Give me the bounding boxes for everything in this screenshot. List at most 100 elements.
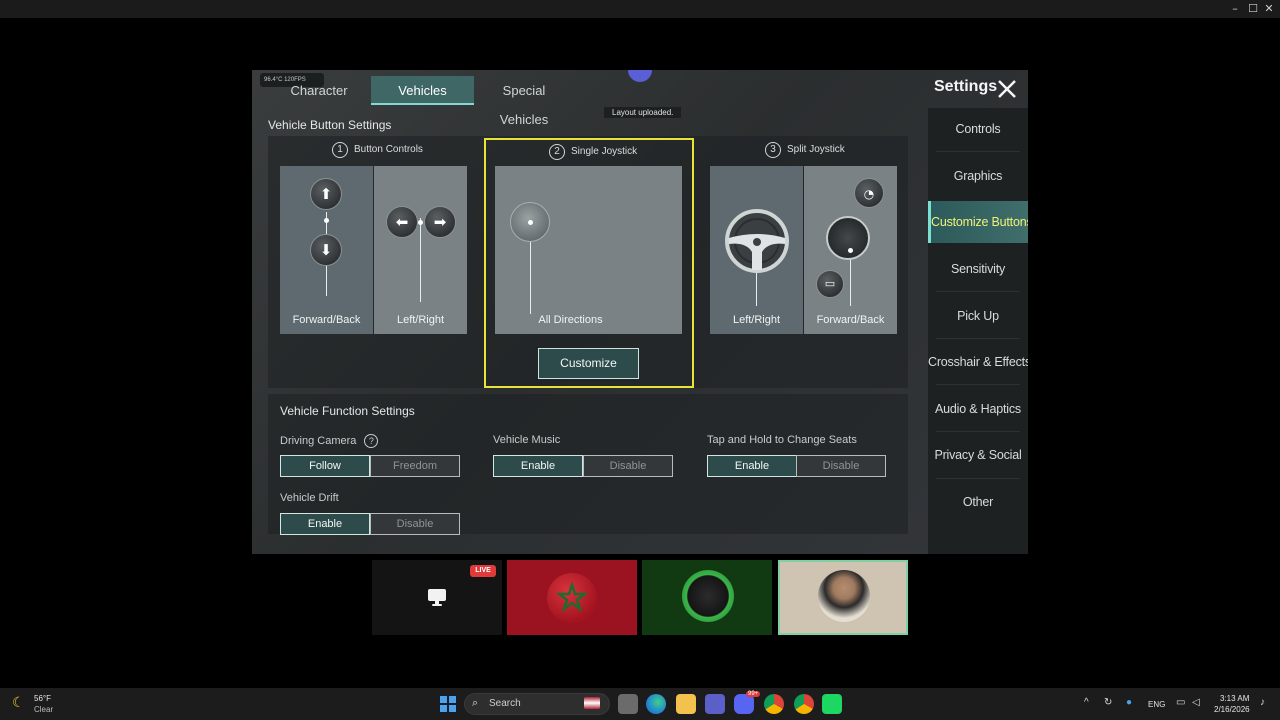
clock-date[interactable]: 2/16/2026 bbox=[1214, 705, 1250, 714]
divider bbox=[936, 431, 1020, 432]
notification-badge-icon[interactable] bbox=[628, 70, 652, 82]
sidebar-item-controls[interactable]: Controls bbox=[928, 108, 1028, 150]
arrow-left-icon: ⬅ bbox=[386, 206, 418, 238]
language-indicator[interactable]: ENG bbox=[1148, 700, 1165, 709]
divider bbox=[936, 291, 1020, 292]
task-view-icon[interactable] bbox=[618, 694, 638, 714]
chrome-icon[interactable] bbox=[764, 694, 784, 714]
pane-label: Forward/Back bbox=[292, 314, 361, 326]
live-badge: LIVE bbox=[470, 565, 496, 577]
customize-button[interactable]: Customize bbox=[538, 348, 639, 379]
sidebar-item-audio-haptics[interactable]: Audio & Haptics bbox=[928, 388, 1028, 430]
window-close-button[interactable]: ✕ bbox=[1258, 1, 1280, 17]
weather-desc[interactable]: Clear bbox=[34, 705, 53, 714]
sidebar-item-sensitivity[interactable]: Sensitivity bbox=[928, 248, 1028, 290]
clock-time[interactable]: 3:13 AM bbox=[1220, 694, 1249, 703]
button-controls-left-pane[interactable]: ⬆ ⬇ Forward/Back bbox=[280, 166, 373, 334]
sidebar-item-other[interactable]: Other bbox=[928, 481, 1028, 523]
notification-bell-icon[interactable]: ♪ bbox=[1260, 697, 1265, 708]
help-icon[interactable]: ? bbox=[364, 434, 379, 448]
moon-icon: ☾ bbox=[12, 694, 25, 710]
app-icon[interactable] bbox=[822, 694, 842, 714]
arrow-up-icon: ⬆ bbox=[310, 178, 342, 210]
discord-icon[interactable] bbox=[734, 694, 754, 714]
arrow-right-icon: ➡ bbox=[424, 206, 456, 238]
edge-icon[interactable] bbox=[646, 694, 666, 714]
sidebar-item-crosshair-effects[interactable]: Crosshair & Effects bbox=[928, 341, 1028, 383]
option-1-header: 1 Button Controls bbox=[332, 142, 423, 158]
speedometer-icon bbox=[826, 216, 870, 260]
vehicle-drift-disable-option[interactable]: Disable bbox=[370, 513, 460, 535]
change-seats-label: Tap and Hold to Change Seats bbox=[707, 434, 857, 446]
pane-label: All Directions bbox=[538, 314, 603, 326]
driving-camera-follow-option[interactable]: Follow bbox=[280, 455, 370, 477]
tab-vehicles[interactable]: Vehicles bbox=[371, 76, 474, 105]
single-joystick-pane[interactable]: All Directions bbox=[495, 166, 682, 334]
chrome-profile-icon[interactable] bbox=[794, 694, 814, 714]
option-title: Button Controls bbox=[354, 144, 423, 155]
settings-title: Settings bbox=[934, 78, 998, 95]
split-joystick-left-pane[interactable]: Left/Right bbox=[710, 166, 803, 334]
option-number: 1 bbox=[332, 142, 348, 158]
chevron-up-icon[interactable]: ^ bbox=[1084, 697, 1089, 708]
participant-tile-green[interactable] bbox=[642, 560, 772, 635]
speed-icon: ◔ bbox=[854, 178, 884, 208]
sidebar-item-pick-up[interactable]: Pick Up bbox=[928, 295, 1028, 337]
discord-badge: 99+ bbox=[746, 691, 761, 697]
file-explorer-icon[interactable] bbox=[676, 694, 696, 714]
track-line bbox=[420, 218, 421, 302]
volume-icon[interactable]: ◁ bbox=[1192, 697, 1200, 708]
sidebar-item-customize-buttons[interactable]: Customize Buttons bbox=[928, 201, 1028, 243]
joystick-knob bbox=[528, 220, 533, 225]
sync-icon[interactable]: ↻ bbox=[1104, 697, 1112, 708]
vehicle-music-disable-option[interactable]: Disable bbox=[583, 455, 673, 477]
participant-tile-active[interactable] bbox=[778, 560, 908, 635]
sidebar-item-privacy-social[interactable]: Privacy & Social bbox=[928, 434, 1028, 476]
tab-character[interactable]: Character bbox=[288, 76, 350, 105]
avatar bbox=[682, 570, 734, 622]
monitor-icon bbox=[428, 589, 446, 606]
divider bbox=[936, 151, 1020, 152]
track-knob bbox=[848, 248, 853, 253]
teams-icon[interactable] bbox=[705, 694, 725, 714]
driving-camera-freedom-option[interactable]: Freedom bbox=[370, 455, 460, 477]
option-number: 2 bbox=[549, 144, 565, 160]
participant-tile-flag[interactable] bbox=[507, 560, 637, 635]
network-icon[interactable]: ▭ bbox=[1176, 697, 1185, 708]
close-icon[interactable] bbox=[996, 78, 1018, 100]
window-title-bar: – ☐ ✕ bbox=[0, 0, 1280, 18]
vehicle-music-label: Vehicle Music bbox=[493, 434, 561, 446]
tab-special-vehicles[interactable]: Special Vehicles bbox=[478, 76, 570, 127]
driving-camera-text: Driving Camera bbox=[280, 435, 357, 447]
option-title: Split Joystick bbox=[787, 144, 845, 155]
weather-temp[interactable]: 56°F bbox=[34, 694, 51, 703]
track-knob bbox=[324, 218, 329, 223]
settings-sidebar: Controls Graphics Customize Buttons Sens… bbox=[928, 108, 1028, 554]
pane-label: Left/Right bbox=[732, 314, 781, 326]
search-icon: ⌕ bbox=[472, 696, 479, 709]
option-title: Single Joystick bbox=[571, 146, 638, 157]
game-settings-panel: 96.4°C 120FPS Character Vehicles Special… bbox=[252, 70, 1028, 554]
option-2-header: 2 Single Joystick bbox=[549, 144, 637, 160]
brake-icon: ▭ bbox=[816, 270, 844, 298]
star-icon bbox=[557, 582, 587, 612]
vehicle-button-settings-title: Vehicle Button Settings bbox=[268, 118, 392, 132]
vehicle-drift-label: Vehicle Drift bbox=[280, 492, 339, 504]
sidebar-item-graphics[interactable]: Graphics bbox=[928, 155, 1028, 197]
vehicle-drift-enable-option[interactable]: Enable bbox=[280, 513, 370, 535]
windows-start-icon[interactable] bbox=[440, 696, 456, 712]
split-joystick-right-pane[interactable]: ◔ ▭ Forward/Back bbox=[804, 166, 897, 334]
microphone-icon[interactable]: ● bbox=[1126, 697, 1132, 708]
button-controls-right-pane[interactable]: ⬅ ➡ Left/Right bbox=[374, 166, 467, 334]
option-number: 3 bbox=[765, 142, 781, 158]
flag-icon bbox=[584, 697, 600, 709]
pane-label: Forward/Back bbox=[816, 314, 885, 326]
track-knob bbox=[418, 220, 423, 225]
divider bbox=[936, 338, 1020, 339]
pane-label: Left/Right bbox=[396, 314, 445, 326]
change-seats-disable-option[interactable]: Disable bbox=[796, 455, 886, 477]
layout-uploaded-toast: Layout uploaded. bbox=[604, 107, 682, 118]
vehicle-music-enable-option[interactable]: Enable bbox=[493, 455, 583, 477]
avatar bbox=[818, 570, 870, 622]
change-seats-enable-option[interactable]: Enable bbox=[707, 455, 797, 477]
